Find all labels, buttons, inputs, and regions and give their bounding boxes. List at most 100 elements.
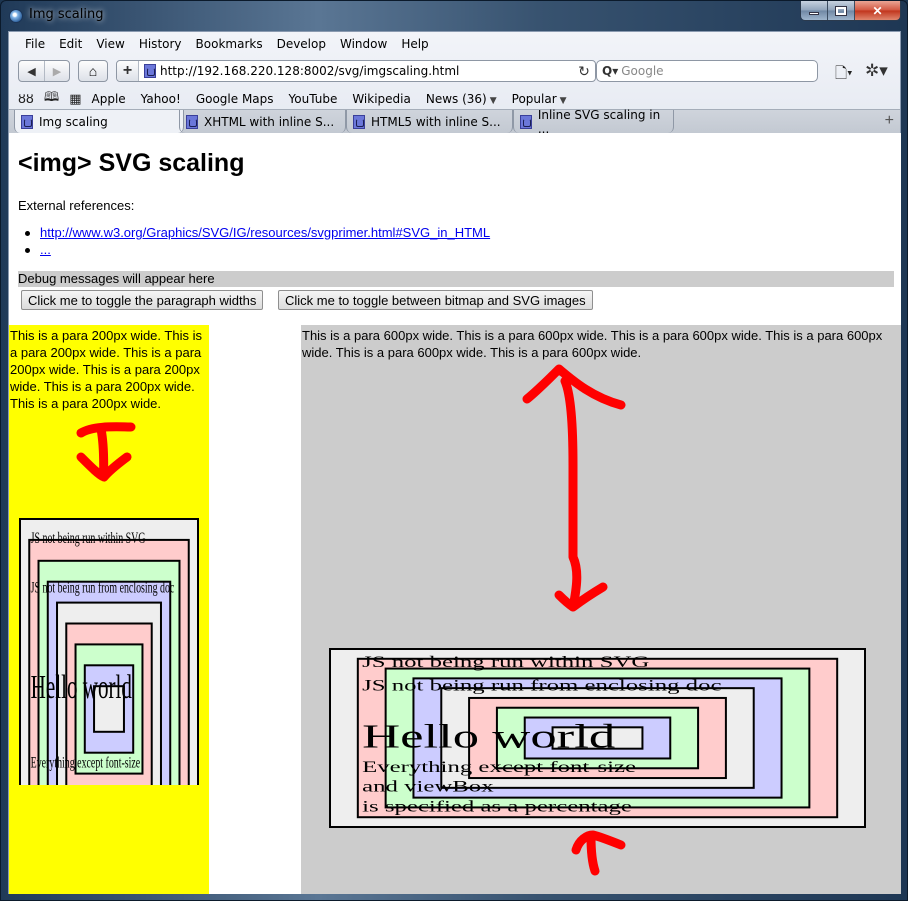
- svg-line-js-within: JS not being run within SVG: [362, 653, 649, 671]
- close-button[interactable]: ✕: [855, 1, 900, 20]
- bookmarks-book-icon[interactable]: 🕮: [44, 88, 59, 110]
- home-button[interactable]: ⌂: [78, 60, 108, 82]
- close-icon: ✕: [872, 3, 883, 18]
- debug-messages: Debug messages will appear here: [18, 271, 894, 287]
- red-arrow-bottom-icon: [571, 830, 626, 876]
- list-item: http://www.w3.org/Graphics/SVG/IG/resour…: [24, 225, 490, 242]
- url-field[interactable]: http://192.168.220.128:8002/svg/imgscali…: [160, 64, 573, 78]
- tab-label: Img scaling: [39, 114, 108, 129]
- maximize-icon: [835, 5, 847, 16]
- right-svg-area: JS not being run within SVG JS not being …: [329, 364, 866, 876]
- add-bookmark-icon: +: [122, 62, 133, 79]
- tab-img-scaling[interactable]: Img scaling: [14, 110, 184, 133]
- list-item: ...: [24, 242, 490, 259]
- tab-inline-svg-scaling[interactable]: Inline SVG scaling in ...: [513, 107, 674, 136]
- tab-html5-inline-svg[interactable]: HTML5 with inline S...: [346, 110, 513, 133]
- bookmark-news-folder[interactable]: News (36) ▼: [426, 92, 497, 106]
- bookmarks-bar: ȣȣ 🕮 ▦ Apple Yahoo! Google Maps YouTube …: [18, 88, 582, 110]
- maximize-button[interactable]: [828, 1, 855, 20]
- bookmark-apple[interactable]: Apple: [92, 92, 126, 106]
- back-icon: ◀: [27, 65, 36, 78]
- toggle-paragraph-widths-button[interactable]: Click me to toggle the paragraph widths: [21, 290, 264, 310]
- svg-line-js-enclosing: JS not being run from enclosing doc: [31, 578, 175, 596]
- safari-icon: [9, 9, 23, 23]
- para-200px-text: This is a para 200px wide. This is a par…: [10, 328, 202, 411]
- search-field[interactable]: Q▾ Google: [596, 60, 818, 82]
- search-placeholder: Google: [621, 64, 664, 78]
- menu-bar: File Edit View History Bookmarks Develop…: [18, 37, 436, 51]
- svg-note-line2: and viewBox: [362, 777, 494, 795]
- menu-bookmarks[interactable]: Bookmarks: [189, 37, 270, 51]
- menu-file[interactable]: File: [18, 37, 52, 51]
- back-forward-group: ◀ ▶: [18, 60, 70, 82]
- reading-list-icon[interactable]: ȣȣ: [18, 92, 34, 107]
- svg-hello-world: Hello world: [31, 669, 132, 706]
- plus-icon: +: [884, 112, 894, 129]
- tab-label: Inline SVG scaling in ...: [537, 107, 661, 136]
- tab-bar: Img scaling XHTML with inline S... HTML5…: [9, 107, 900, 136]
- bookmark-yahoo[interactable]: Yahoo!: [141, 92, 181, 106]
- scaled-svg-image-right: JS not being run within SVG JS not being …: [329, 648, 866, 828]
- tab-label: XHTML with inline S...: [204, 114, 335, 129]
- red-arrow-icon: [76, 422, 136, 482]
- forward-icon: ▶: [52, 65, 62, 78]
- browser-window: Img scaling ✕ File Edit View History Boo…: [0, 0, 908, 901]
- forward-button[interactable]: ▶: [44, 61, 69, 81]
- chevron-down-icon: ▼: [559, 96, 567, 106]
- reload-icon: ↻: [578, 62, 590, 79]
- chevron-down-icon: ▼: [489, 96, 497, 106]
- add-bookmark-button[interactable]: +: [117, 61, 139, 81]
- bookmark-wikipedia[interactable]: Wikipedia: [352, 92, 411, 106]
- tab-favicon-icon: [520, 114, 532, 129]
- tab-label: HTML5 with inline S...: [371, 114, 501, 129]
- left-svg-area: JS not being run within SVG JS not being …: [19, 422, 199, 785]
- bookmark-youtube[interactable]: YouTube: [289, 92, 338, 106]
- svg-note-line3: is specified as a percentage: [362, 797, 632, 815]
- menu-edit[interactable]: Edit: [52, 37, 89, 51]
- minimize-icon: [809, 12, 819, 15]
- para-200px: This is a para 200px wide. This is a par…: [9, 325, 209, 894]
- news-label: News (36): [425, 92, 487, 106]
- new-tab-button[interactable]: +: [885, 112, 894, 130]
- menu-view[interactable]: View: [89, 37, 131, 51]
- svg-hello-world: Hello world: [362, 717, 615, 755]
- tab-favicon-icon: [353, 114, 365, 129]
- top-sites-grid-icon[interactable]: ▦: [69, 92, 81, 107]
- reference-links-list: http://www.w3.org/Graphics/SVG/IG/resour…: [24, 225, 490, 259]
- tab-favicon-icon: [21, 114, 33, 129]
- gear-menu-button[interactable]: ✲▾: [865, 61, 888, 81]
- svg-note-line1: Everything except font-size: [362, 758, 636, 776]
- page-viewport: <img> SVG scaling External references: h…: [8, 133, 901, 894]
- menu-window[interactable]: Window: [333, 37, 394, 51]
- bookmark-popular-folder[interactable]: Popular ▼: [512, 92, 567, 106]
- menu-develop[interactable]: Develop: [270, 37, 333, 51]
- page-menu-icon: 🗋▾: [835, 65, 853, 82]
- window-controls: ✕: [800, 1, 901, 21]
- minimize-button[interactable]: [801, 1, 828, 20]
- page-title: <img> SVG scaling: [18, 149, 245, 177]
- svg-note-line1: Everything except font-size: [31, 753, 141, 771]
- search-icon: Q▾: [602, 64, 619, 78]
- bookmark-google-maps[interactable]: Google Maps: [196, 92, 274, 106]
- ellipsis-link[interactable]: ...: [40, 242, 51, 257]
- toggle-bitmap-svg-button[interactable]: Click me to toggle between bitmap and SV…: [278, 290, 593, 310]
- svg-line-js-within: JS not being run within SVG: [31, 529, 146, 547]
- window-title: Img scaling: [29, 7, 104, 22]
- scaled-svg-image-left: JS not being run within SVG JS not being …: [19, 518, 199, 785]
- menu-history[interactable]: History: [132, 37, 189, 51]
- red-double-arrow-icon: [522, 364, 626, 612]
- title-bar: Img scaling ✕: [1, 1, 907, 31]
- tab-xhtml-inline-svg[interactable]: XHTML with inline S...: [179, 110, 346, 133]
- tab-favicon-icon: [186, 114, 198, 129]
- gear-menu-icon: ✲▾: [865, 61, 888, 80]
- svg-primer-link[interactable]: http://www.w3.org/Graphics/SVG/IG/resour…: [40, 225, 490, 240]
- back-button[interactable]: ◀: [19, 61, 44, 81]
- browser-chrome: File Edit View History Bookmarks Develop…: [8, 31, 901, 136]
- external-references-label: External references:: [18, 198, 135, 213]
- menu-help[interactable]: Help: [394, 37, 435, 51]
- svg-line-js-enclosing: JS not being run from enclosing doc: [362, 676, 721, 694]
- address-bar[interactable]: + http://192.168.220.128:8002/svg/imgsca…: [116, 60, 596, 82]
- reload-button[interactable]: ↻: [573, 63, 595, 80]
- home-icon: ⌂: [88, 63, 98, 79]
- page-menu-button[interactable]: 🗋▾: [835, 63, 853, 88]
